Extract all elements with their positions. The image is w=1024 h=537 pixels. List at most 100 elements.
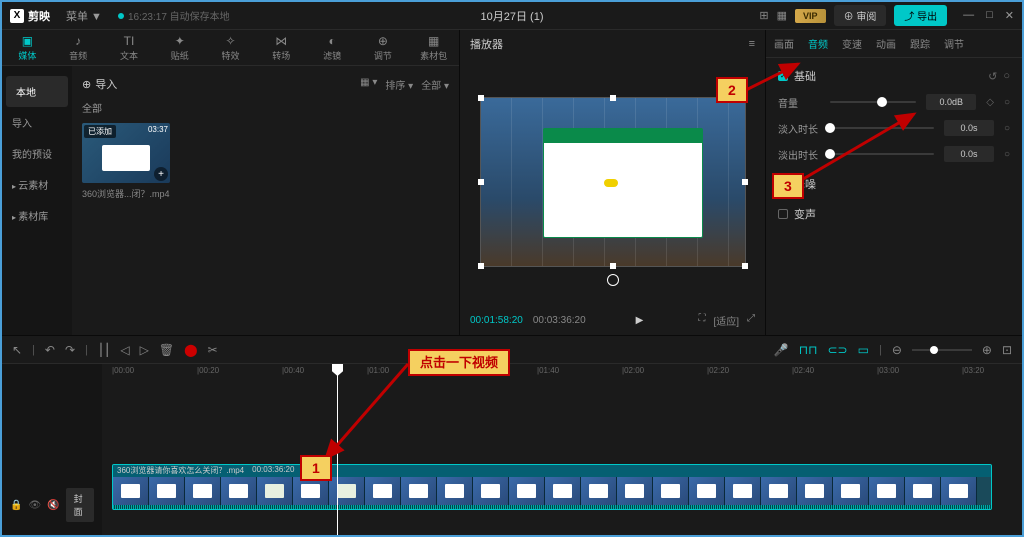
undo-icon[interactable]: ↶: [45, 343, 55, 357]
sort-dropdown[interactable]: 排序 ▾: [385, 77, 413, 92]
resize-handle[interactable]: [742, 179, 748, 185]
rotate-handle[interactable]: [607, 274, 619, 286]
tab-sticker[interactable]: ✦贴纸: [154, 30, 205, 65]
close-icon[interactable]: ✕: [1005, 9, 1014, 22]
ratio-button[interactable]: [适应]: [713, 313, 739, 328]
annotation-3: 3: [772, 173, 804, 199]
tab-material-pack[interactable]: ▦素材包: [408, 30, 459, 65]
redo-icon[interactable]: ↷: [65, 343, 75, 357]
reset-icon[interactable]: ○: [1004, 123, 1010, 134]
minimize-icon[interactable]: —: [963, 9, 974, 22]
delete-right-icon[interactable]: ▷: [140, 343, 149, 357]
menu-button[interactable]: 菜单 ▼: [60, 6, 108, 26]
annotation-2: 2: [716, 77, 748, 103]
sidebar-item-library[interactable]: 素材库: [2, 200, 72, 231]
add-icon[interactable]: +: [154, 167, 168, 181]
view-grid-icon[interactable]: ▦ ▾: [360, 77, 377, 92]
tab-adjust[interactable]: ⊕调节: [357, 30, 408, 65]
voice-checkbox[interactable]: [778, 209, 788, 219]
media-tabs: ▣媒体 ♪音频 TI文本 ✦贴纸 ✧特效 ⋈转场 ◐滤镜 ⊕调节 ▦素材包: [2, 30, 459, 66]
link-icon[interactable]: ⊂⊃: [828, 343, 848, 357]
filter-dropdown[interactable]: 全部 ▾: [421, 77, 449, 92]
tab-audio[interactable]: ♪音频: [53, 30, 104, 65]
player-menu-icon[interactable]: ≡: [749, 38, 755, 50]
grid-icon[interactable]: ▦: [777, 9, 787, 22]
sidebar-item-local[interactable]: 本地: [6, 76, 68, 107]
sidebar-item-presets[interactable]: 我的预设: [2, 138, 72, 169]
undo-icon[interactable]: ↺: [988, 70, 997, 83]
playhead[interactable]: [337, 364, 338, 535]
crop-icon[interactable]: ✂: [208, 343, 218, 357]
layout-icon[interactable]: ⊞: [759, 9, 768, 22]
tab-picture[interactable]: 画面: [774, 36, 794, 51]
fadein-value[interactable]: 0.0s: [944, 120, 994, 136]
tab-transition[interactable]: ⋈转场: [256, 30, 307, 65]
export-button[interactable]: ⤴ 导出: [894, 5, 947, 26]
zoom-in-icon[interactable]: ⊕: [982, 343, 992, 357]
clip-duration: 00:03:36:20: [252, 465, 294, 477]
fadein-slider[interactable]: [830, 127, 934, 129]
mute-icon[interactable]: 🔇: [47, 500, 59, 511]
tab-adjust-props[interactable]: 调节: [944, 36, 964, 51]
media-thumbnail[interactable]: 已添加 03:37 + 360浏览器...闭？.mp4: [82, 123, 170, 200]
keyframe-icon[interactable]: ◇: [986, 97, 994, 108]
preview-frame[interactable]: [480, 97, 746, 267]
basic-label: 基础: [794, 68, 816, 84]
record-icon[interactable]: ⬤: [184, 343, 197, 357]
tab-speed[interactable]: 变速: [842, 36, 862, 51]
volume-value[interactable]: 0.0dB: [926, 94, 976, 110]
basic-checkbox[interactable]: ✓: [778, 71, 788, 81]
magnet-icon[interactable]: ⊓⊓: [799, 343, 818, 357]
app-logo: X 剪映: [10, 8, 50, 24]
review-button[interactable]: ⊕ 审阅: [834, 5, 887, 26]
sidebar-item-cloud[interactable]: 云素材: [2, 169, 72, 200]
volume-label: 音量: [778, 95, 820, 110]
select-tool-icon[interactable]: ↖: [12, 343, 22, 357]
time-current: 00:01:58:20: [470, 315, 523, 326]
reset-icon[interactable]: ○: [1003, 70, 1010, 83]
added-badge: 已添加: [84, 125, 116, 138]
autosave-status: 16:23:17 自动保存本地: [118, 8, 230, 23]
delete-icon[interactable]: 🗑: [159, 343, 174, 357]
reset-icon[interactable]: ○: [1004, 97, 1010, 108]
preview-icon[interactable]: ▭: [858, 343, 869, 357]
vip-badge[interactable]: VIP: [795, 9, 826, 23]
volume-slider[interactable]: [830, 101, 916, 103]
fullscreen-icon[interactable]: ⤢: [747, 313, 755, 328]
split-icon[interactable]: ⎮⎮: [98, 343, 111, 357]
resize-handle[interactable]: [742, 263, 748, 269]
mic-icon[interactable]: 🎤: [774, 343, 789, 357]
resize-handle[interactable]: [478, 95, 484, 101]
resize-handle[interactable]: [610, 95, 616, 101]
play-button[interactable]: ▶: [636, 315, 644, 326]
fadeout-value[interactable]: 0.0s: [944, 146, 994, 162]
fadeout-slider[interactable]: [830, 153, 934, 155]
resize-handle[interactable]: [478, 263, 484, 269]
eye-icon[interactable]: 👁: [28, 500, 41, 511]
resize-handle[interactable]: [610, 263, 616, 269]
cover-button[interactable]: 封面: [66, 488, 94, 522]
fadeout-label: 淡出时长: [778, 147, 820, 162]
import-button[interactable]: ⊕ 导入: [82, 76, 117, 92]
resize-handle[interactable]: [478, 179, 484, 185]
tab-text[interactable]: TI文本: [104, 30, 155, 65]
video-clip[interactable]: 360浏览器请你喜欢怎么关闭？.mp4 00:03:36:20: [112, 464, 992, 510]
tab-track[interactable]: 跟踪: [910, 36, 930, 51]
thumb-filename: 360浏览器...闭？.mp4: [82, 187, 170, 200]
tab-audio-props[interactable]: 音频: [808, 36, 828, 51]
lock-icon[interactable]: 🔒: [10, 500, 22, 511]
annotation-tip: 点击一下视频: [408, 349, 510, 376]
zoom-out-icon[interactable]: ⊖: [892, 343, 902, 357]
preview-scale-icon[interactable]: ⛶: [698, 313, 705, 328]
delete-left-icon[interactable]: ◁: [120, 343, 129, 357]
fit-icon[interactable]: ⊡: [1002, 343, 1012, 357]
reset-icon[interactable]: ○: [1004, 149, 1010, 160]
tab-effect[interactable]: ✧特效: [205, 30, 256, 65]
tab-filter[interactable]: ◐滤镜: [307, 30, 358, 65]
time-total: 00:03:36:20: [533, 315, 586, 326]
tab-animation[interactable]: 动画: [876, 36, 896, 51]
tab-media[interactable]: ▣媒体: [2, 30, 53, 65]
timeline-ruler[interactable]: |00:00 |00:20 |00:40 |01:00 |01:20 |01:4…: [102, 364, 1022, 382]
maximize-icon[interactable]: □: [986, 9, 993, 22]
sidebar-item-import[interactable]: 导入: [2, 107, 72, 138]
